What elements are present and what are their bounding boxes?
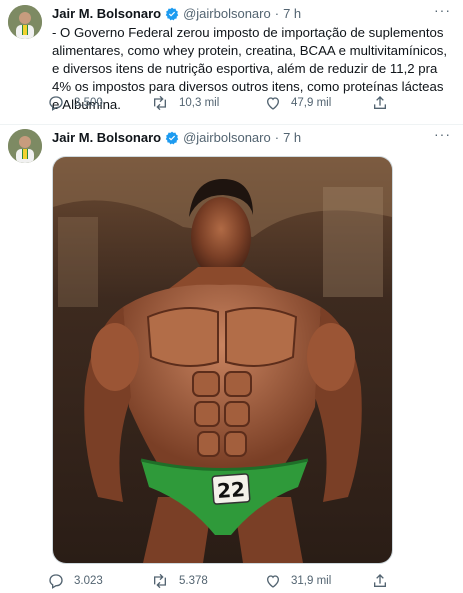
like-button[interactable]: 31,9 mil — [265, 573, 331, 589]
verified-badge-icon — [165, 131, 179, 145]
like-count: 31,9 mil — [291, 575, 332, 587]
tweet-header: Jair M. Bolsonaro @jairbolsonaro · 7 h — [52, 6, 301, 21]
author-name[interactable]: Jair M. Bolsonaro — [52, 6, 161, 21]
like-count: 47,9 mil — [291, 97, 332, 109]
reply-count: 3.023 — [74, 575, 103, 587]
separator: · — [274, 6, 280, 21]
retweet-count: 5.378 — [179, 575, 208, 587]
retweet-button[interactable]: 10,3 mil — [151, 95, 219, 111]
author-handle[interactable]: @jairbolsonaro — [183, 6, 271, 21]
retweet-icon — [154, 95, 166, 111]
heart-icon — [266, 97, 280, 110]
reply-count: 3.500 — [74, 97, 103, 109]
reply-icon — [49, 574, 63, 589]
bodybuilder-photo: 22 — [53, 157, 392, 563]
tweet-2[interactable]: Jair M. Bolsonaro @jairbolsonaro · 7 h ·… — [0, 125, 463, 592]
separator: · — [274, 130, 280, 145]
share-icon — [374, 574, 386, 587]
heart-icon — [266, 575, 280, 588]
like-button[interactable]: 47,9 mil — [265, 95, 331, 111]
reply-icon — [49, 96, 63, 111]
author-handle[interactable]: @jairbolsonaro — [183, 130, 271, 145]
tweet-header: Jair M. Bolsonaro @jairbolsonaro · 7 h — [52, 130, 301, 145]
reply-button[interactable]: 3.500 — [48, 95, 103, 111]
verified-badge-icon — [165, 7, 179, 21]
tweet-photo[interactable]: 22 — [52, 156, 393, 564]
share-icon — [374, 96, 386, 109]
retweet-count: 10,3 mil — [179, 97, 220, 109]
share-button[interactable] — [372, 95, 388, 111]
avatar[interactable] — [8, 129, 42, 163]
competitor-number: 22 — [216, 477, 245, 503]
retweet-icon — [154, 573, 166, 589]
avatar[interactable] — [8, 5, 42, 39]
action-bar: 3.500 10,3 mil 47,9 mil — [48, 95, 408, 115]
reply-button[interactable]: 3.023 — [48, 573, 103, 589]
action-bar: 3.023 5.378 31,9 mil — [48, 573, 408, 593]
more-options-icon[interactable]: ··· — [434, 126, 451, 142]
share-button[interactable] — [372, 573, 388, 589]
author-name[interactable]: Jair M. Bolsonaro — [52, 130, 161, 145]
timestamp[interactable]: 7 h — [283, 130, 301, 145]
more-options-icon[interactable]: ··· — [434, 2, 451, 18]
timestamp[interactable]: 7 h — [283, 6, 301, 21]
tweet-1[interactable]: Jair M. Bolsonaro @jairbolsonaro · 7 h ·… — [0, 0, 463, 124]
retweet-button[interactable]: 5.378 — [151, 573, 208, 589]
